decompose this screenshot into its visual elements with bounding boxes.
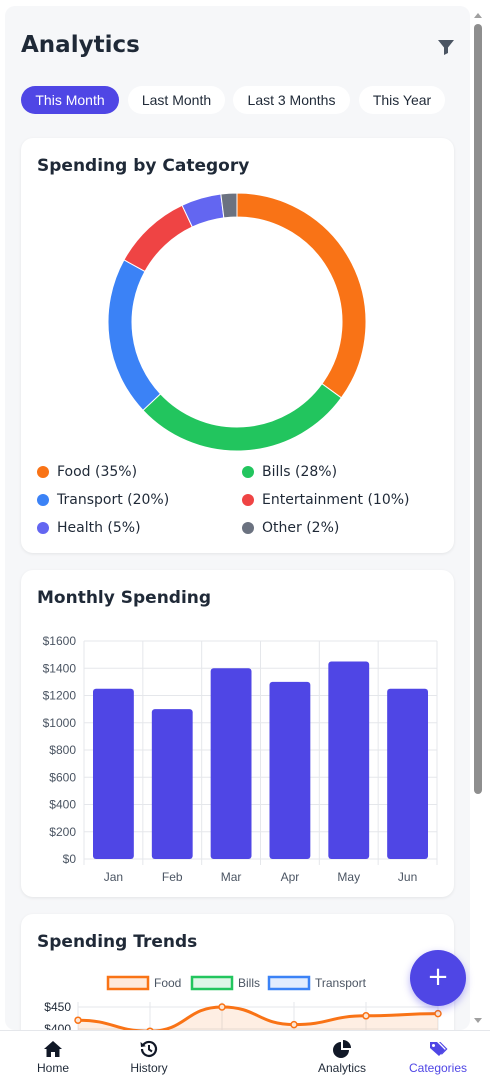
legend-swatch-bills bbox=[190, 975, 234, 991]
nav-label-categories: Categories bbox=[408, 1061, 468, 1075]
pie-chart-icon bbox=[333, 1040, 351, 1058]
history-icon bbox=[140, 1040, 158, 1058]
donut-slice-other bbox=[220, 192, 238, 219]
page-title: Analytics bbox=[21, 32, 140, 58]
legend-label-food: Food bbox=[154, 976, 181, 990]
point-food bbox=[218, 1003, 226, 1011]
donut-slice-entertainment bbox=[123, 204, 193, 273]
area-food bbox=[78, 1007, 438, 1030]
y-tick-label: $1000 bbox=[43, 716, 77, 730]
line-chart: Food Bills Transport $450 $400 bbox=[44, 975, 442, 1030]
y-tick-label: $1400 bbox=[43, 661, 77, 675]
tab-last-month[interactable]: Last Month bbox=[128, 86, 225, 114]
legend-dot-entertainment bbox=[242, 494, 254, 506]
category-card-title: Spending by Category bbox=[37, 156, 250, 176]
tab-last-3-months[interactable]: Last 3 Months bbox=[233, 86, 350, 114]
legend-label-health: Health (5%) bbox=[57, 520, 141, 536]
app-screen: Analytics This Month Last Month Last 3 M… bbox=[5, 6, 470, 1030]
y-tick-label: $400 bbox=[44, 1022, 71, 1030]
nav-label-home: Home bbox=[36, 1061, 69, 1075]
trends-card-title: Spending Trends bbox=[37, 932, 198, 952]
nav-item-home[interactable]: Home bbox=[13, 1031, 93, 1086]
legend-swatch-food bbox=[106, 975, 150, 991]
point-food bbox=[434, 1009, 442, 1018]
monthly-card-title: Monthly Spending bbox=[37, 588, 212, 608]
add-button[interactable]: + bbox=[410, 950, 466, 1006]
bar-may bbox=[328, 661, 370, 859]
bar-jun bbox=[387, 688, 428, 859]
point-food bbox=[362, 1012, 370, 1020]
x-tick-label: Feb bbox=[162, 870, 183, 884]
scrollbar[interactable] bbox=[471, 6, 485, 1030]
x-tick-label: Jan bbox=[104, 870, 123, 884]
donut-chart bbox=[107, 192, 367, 452]
monthly-card: Monthly Spending $0 $200 $400 $600 $800 $1000… bbox=[21, 570, 454, 897]
trends-card: Spending Trends Food Bills Transport $450 $4… bbox=[21, 914, 454, 1030]
y-tick-label: $1600 bbox=[43, 634, 77, 648]
nav-item-history[interactable]: History bbox=[109, 1031, 189, 1086]
legend-label-bills: Bills bbox=[238, 976, 260, 990]
point-food bbox=[290, 1020, 298, 1029]
x-tick-label: Jun bbox=[398, 870, 417, 884]
bottom-nav: Home History Analytics Categories bbox=[0, 1030, 490, 1086]
y-tick-label: $450 bbox=[44, 1000, 71, 1014]
x-tick-label: May bbox=[337, 870, 360, 884]
bar-apr bbox=[269, 681, 311, 859]
home-icon bbox=[44, 1041, 62, 1057]
x-tick-label: Apr bbox=[281, 870, 300, 884]
y-tick-label: $200 bbox=[49, 825, 76, 839]
filter-icon[interactable] bbox=[437, 38, 455, 56]
legend-label-bills: Bills (28%) bbox=[262, 464, 338, 480]
bar-feb bbox=[151, 709, 193, 859]
x-tick-label: Mar bbox=[221, 870, 242, 884]
bar-jan bbox=[93, 688, 134, 859]
donut-slice-transport bbox=[107, 259, 162, 412]
nav-label-history: History bbox=[130, 1061, 168, 1075]
legend-swatch-transport bbox=[267, 975, 311, 991]
legend-dot-other bbox=[242, 522, 254, 534]
y-tick-label: $600 bbox=[49, 770, 76, 784]
nav-label-analytics: Analytics bbox=[317, 1061, 367, 1075]
donut-slice-bills bbox=[142, 383, 343, 452]
category-card: Spending by Category Food (35%) Bills (2… bbox=[21, 138, 454, 553]
bar-chart: $0 $200 $400 $600 $800 $1000 $1200 $1400 $1600 Ja… bbox=[43, 634, 438, 884]
tags-icon bbox=[430, 1042, 448, 1056]
point-food bbox=[74, 1016, 82, 1024]
scroll-up-arrow-icon[interactable] bbox=[471, 8, 485, 22]
scroll-down-arrow-icon[interactable] bbox=[471, 1014, 485, 1028]
donut-slice-food bbox=[236, 192, 367, 399]
legend-label-other: Other (2%) bbox=[262, 520, 340, 536]
legend-label-food: Food (35%) bbox=[57, 464, 138, 480]
y-tick-label: $1200 bbox=[43, 689, 77, 703]
legend-label-entertainment: Entertainment (10%) bbox=[262, 492, 410, 508]
y-tick-label: $800 bbox=[49, 743, 76, 757]
scrollbar-thumb[interactable] bbox=[474, 24, 482, 794]
tab-this-year[interactable]: This Year bbox=[359, 86, 445, 114]
legend-dot-food bbox=[37, 466, 49, 478]
y-tick-label: $0 bbox=[63, 852, 77, 866]
legend-label-transport: Transport bbox=[315, 976, 367, 990]
y-tick-label: $400 bbox=[49, 798, 76, 812]
tab-this-month[interactable]: This Month bbox=[21, 86, 119, 114]
legend-dot-bills bbox=[242, 466, 254, 478]
bar-mar bbox=[210, 668, 252, 859]
nav-item-analytics[interactable]: Analytics bbox=[302, 1031, 382, 1086]
nav-item-categories[interactable]: Categories bbox=[398, 1031, 478, 1086]
legend-label-transport: Transport (20%) bbox=[57, 492, 170, 508]
legend-dot-health bbox=[37, 522, 49, 534]
legend-dot-transport bbox=[37, 494, 49, 506]
